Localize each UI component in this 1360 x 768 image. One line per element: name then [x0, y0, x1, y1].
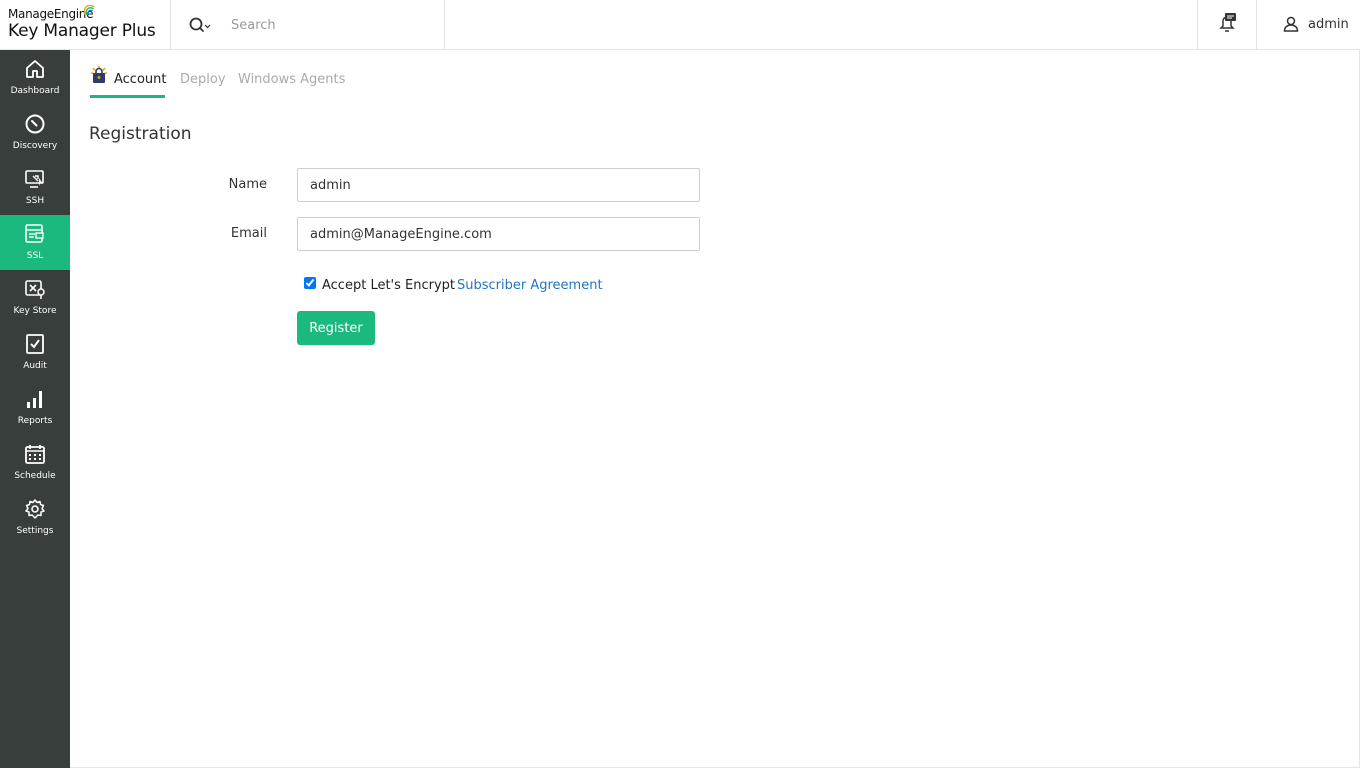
name-label: Name [228, 177, 267, 192]
brand-swirl-icon [84, 5, 95, 16]
sidebar-item-dashboard[interactable]: Dashboard [0, 50, 70, 105]
search-input[interactable] [231, 13, 431, 37]
brand-logo[interactable]: ManageEngine Key Manager Plus [0, 0, 171, 50]
sidebar-item-label: Dashboard [10, 86, 60, 96]
user-name: admin [1308, 17, 1349, 32]
sidebar-item-label: Settings [16, 526, 54, 536]
ssl-certificate-icon [25, 224, 44, 243]
sidebar-item-label: Reports [17, 416, 53, 426]
accept-text: Accept Let's Encrypt [322, 278, 456, 293]
sidebar-item-schedule[interactable]: Schedule [0, 435, 70, 490]
tab-account[interactable]: Account [90, 66, 167, 98]
top-header: ManageEngine Key Manager Plus Search adm… [0, 0, 1360, 50]
sidebar-item-audit[interactable]: Audit [0, 325, 70, 380]
sidebar-item-key-store[interactable]: Key Store [0, 270, 70, 325]
notifications-button[interactable] [1197, 0, 1257, 50]
bar-chart-icon [27, 391, 42, 408]
search-icon[interactable] [187, 15, 213, 35]
tab-account-label: Account [114, 72, 167, 87]
sidebar-item-reports[interactable]: Reports [0, 380, 70, 435]
sidebar-item-label: Audit [23, 361, 47, 371]
notification-icon [1219, 13, 1236, 32]
sidebar-item-settings[interactable]: Settings [0, 490, 70, 545]
home-icon [26, 60, 44, 78]
audit-check-icon [26, 334, 44, 354]
user-icon [1283, 16, 1299, 32]
sidebar-item-label: SSL [26, 251, 44, 261]
sidebar-item-ssl[interactable]: SSL [0, 215, 70, 270]
sidebar-item-label: SSH [25, 196, 45, 206]
gear-icon [25, 499, 45, 519]
search-bar [171, 0, 445, 50]
ssh-monitor-icon [25, 170, 44, 188]
sidebar-item-label: Schedule [14, 471, 56, 481]
tab-windows-agents[interactable]: Windows Agents [238, 72, 345, 104]
main-content: Account Deploy Windows Agents Registrati… [70, 50, 1360, 768]
subscriber-agreement-link[interactable]: Subscriber Agreement [457, 278, 603, 293]
email-label: Email [230, 226, 267, 241]
page-title: Registration [89, 124, 192, 144]
email-field[interactable] [297, 217, 700, 251]
brand-product-name: Key Manager Plus [8, 21, 156, 41]
calendar-icon [25, 445, 45, 464]
user-menu[interactable]: admin [1257, 0, 1360, 50]
lets-encrypt-icon [90, 66, 108, 83]
tab-deploy[interactable]: Deploy [180, 72, 226, 104]
compass-icon [25, 114, 45, 134]
sidebar: Dashboard Discovery SSH SSL Key Store Au… [0, 50, 70, 768]
sidebar-item-label: Discovery [12, 141, 58, 151]
brand-company-name: ManageEngine [8, 7, 94, 21]
accept-checkbox[interactable] [304, 277, 316, 289]
key-store-icon [25, 280, 45, 299]
sidebar-item-label: Key Store [13, 306, 57, 316]
name-field[interactable] [297, 168, 700, 202]
sidebar-item-ssh[interactable]: SSH [0, 160, 70, 215]
sidebar-item-discovery[interactable]: Discovery [0, 105, 70, 160]
register-button[interactable]: Register [297, 311, 375, 345]
